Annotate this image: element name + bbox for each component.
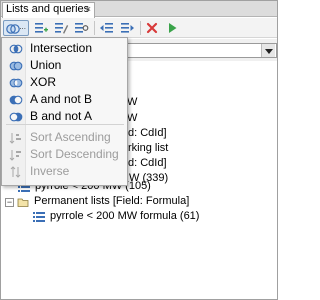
delete-icon [146, 22, 158, 34]
menu-item-sort-ascending[interactable]: Sort Ascending [4, 129, 125, 146]
run-button[interactable] [164, 20, 182, 36]
lists-and-queries-panel: Lists and queries × ... W W d: CdId] rki… [0, 0, 278, 300]
close-icon[interactable]: × [86, 3, 91, 16]
inverse-icon [10, 166, 21, 178]
add-list-icon [35, 23, 48, 33]
set-operations-menu: Intersection Union XOR A and not B B and… [1, 37, 128, 186]
delete-button[interactable] [144, 20, 162, 36]
tree-row-label: W [127, 96, 138, 108]
toolbar-separator [140, 21, 141, 35]
tree-row-label: rking list [128, 142, 169, 154]
tree-row-label: W [127, 112, 138, 124]
menu-item-label: Sort Descending [30, 147, 119, 161]
menu-item-label: Inverse [30, 164, 70, 178]
menu-item-label: Sort Ascending [30, 130, 111, 144]
run-icon [169, 23, 177, 33]
tree-row[interactable]: d: CdId] [128, 156, 167, 171]
list-icon [33, 211, 45, 223]
list-filter-dropdown[interactable] [121, 43, 277, 58]
b-not-a-icon [9, 112, 23, 122]
toolbar: ... [1, 18, 277, 38]
folder-list-icon [17, 196, 29, 208]
tab-label: Lists and queries [6, 3, 90, 15]
tree-row-label: d: CdId] [128, 157, 167, 169]
tree-row[interactable]: W [127, 111, 137, 126]
tree-row-label: d: CdId] [128, 127, 167, 139]
menu-item-b-and-not-a[interactable]: B and not A [4, 108, 125, 125]
a-not-b-icon [9, 95, 23, 105]
menu-item-inverse[interactable]: Inverse [4, 163, 125, 180]
edit-list-button[interactable] [53, 20, 71, 36]
sort-descending-icon [9, 150, 21, 161]
list-query-button[interactable] [73, 20, 91, 36]
menu-item-label: B and not A [30, 109, 93, 123]
menu-item-label: Intersection [30, 41, 93, 55]
export-list-button[interactable] [119, 20, 137, 36]
tree-row[interactable]: d: CdId] [128, 126, 167, 141]
menu-item-label: Union [30, 58, 62, 72]
panel-tab-bar: Lists and queries × [1, 1, 277, 18]
tree-row-pyrrole-formula[interactable]: pyrrole < 200 MW formula (61) [33, 209, 199, 224]
menu-item-intersection[interactable]: Intersection [4, 40, 125, 57]
toolbar-separator [94, 21, 95, 35]
export-list-icon [121, 23, 134, 33]
tree-row[interactable]: W [127, 95, 137, 110]
chevron-down-icon[interactable] [261, 44, 275, 57]
union-icon [9, 61, 23, 71]
collapse-icon[interactable]: − [5, 198, 14, 207]
menu-item-union[interactable]: Union [4, 57, 125, 74]
tab-lists-and-queries[interactable]: Lists and queries × [2, 2, 95, 18]
xor-icon [9, 78, 23, 88]
import-list-button[interactable] [99, 20, 117, 36]
set-operations-button[interactable]: ... [3, 20, 29, 36]
tree-row-label: pyrrole < 200 MW formula (61) [50, 210, 200, 222]
list-query-icon [75, 23, 89, 33]
menu-item-xor[interactable]: XOR [4, 74, 125, 91]
edit-list-icon [55, 23, 69, 34]
menu-item-a-and-not-b[interactable]: A and not B [4, 91, 125, 108]
tree-group-permanent-lists[interactable]: Permanent lists [Field: Formula] [17, 194, 189, 209]
tree-group-label: Permanent lists [Field: Formula] [34, 195, 190, 207]
menu-item-sort-descending[interactable]: Sort Descending [4, 146, 125, 163]
menu-separator [6, 124, 124, 125]
intersection-icon [9, 44, 23, 54]
menu-item-label: A and not B [30, 92, 93, 106]
menu-item-label: XOR [30, 75, 57, 89]
tree-row[interactable]: rking list [128, 141, 168, 156]
more-indicator: ... [19, 22, 26, 31]
add-list-button[interactable] [33, 20, 51, 36]
sort-ascending-icon [9, 133, 21, 144]
import-list-icon [100, 23, 113, 33]
